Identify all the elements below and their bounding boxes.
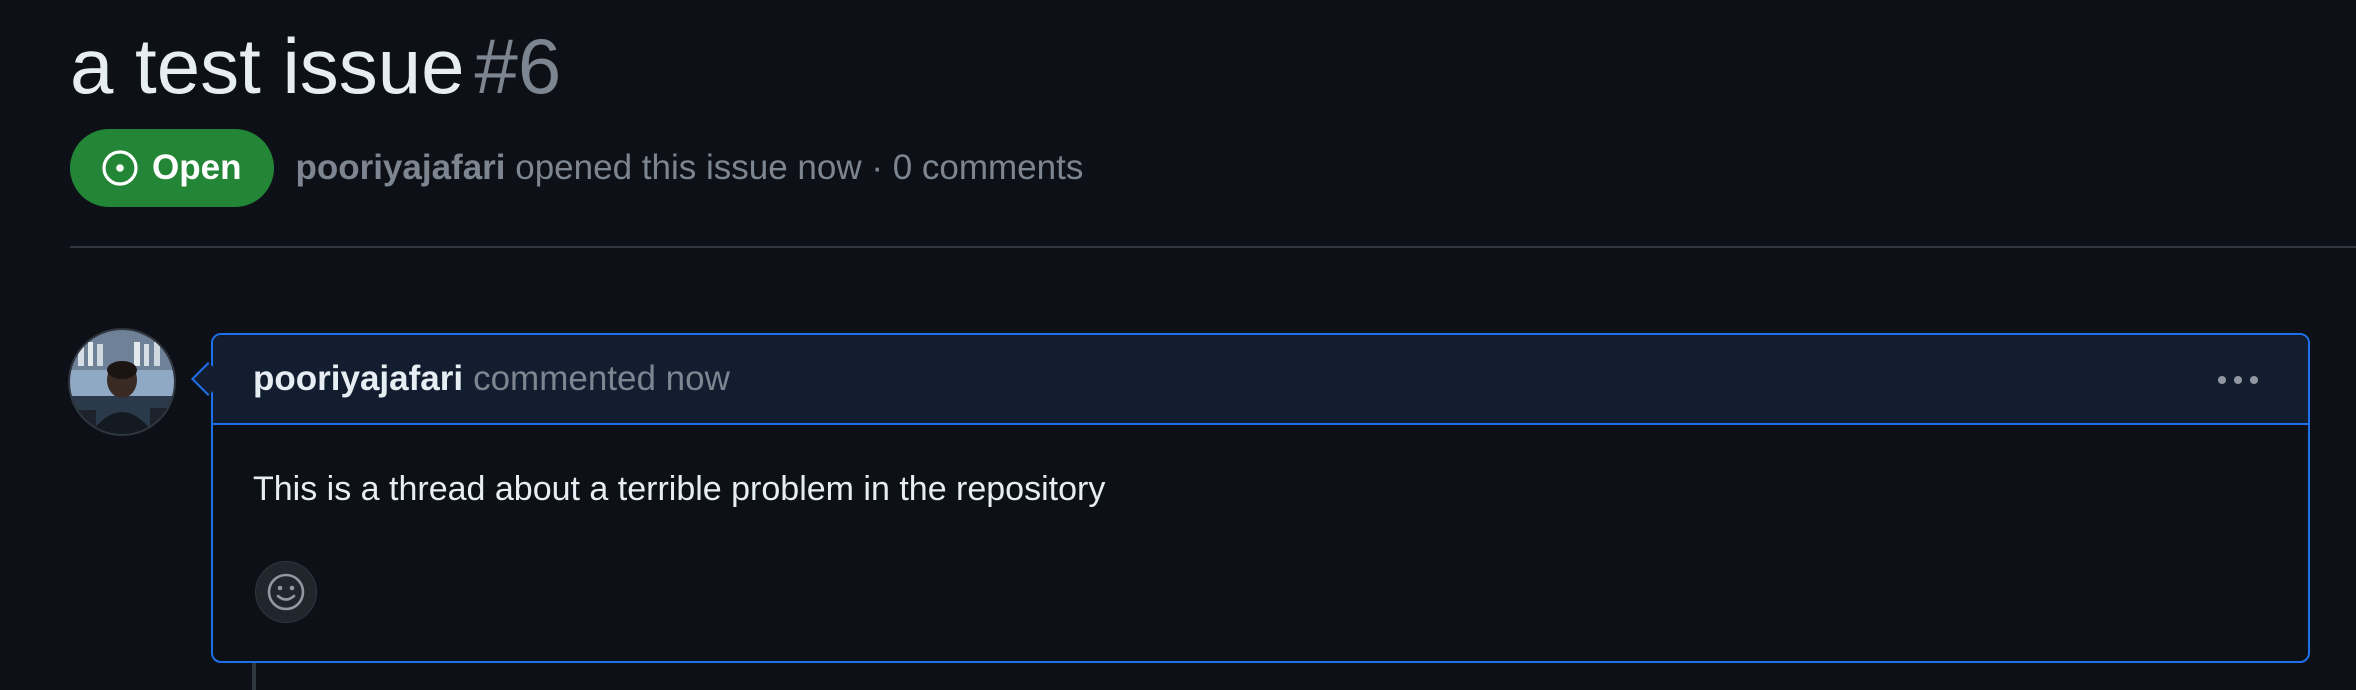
issue-title: a test issue xyxy=(70,22,465,110)
timeline-connector xyxy=(252,663,256,690)
kebab-horizontal-icon xyxy=(2218,376,2258,384)
issue-meta: Open pooriyajafari opened this issue now… xyxy=(70,129,1083,207)
issue-meta-summary: opened this issue now · 0 comments xyxy=(505,148,1084,187)
add-reaction-button[interactable] xyxy=(255,561,317,623)
issue-number: #6 xyxy=(474,22,562,110)
smiley-icon xyxy=(267,573,305,611)
comment-box: pooriyajafari commented now This is a th… xyxy=(211,333,2310,663)
issue-title-row: a test issue #6 xyxy=(70,20,561,112)
comment-author-link[interactable]: pooriyajafari xyxy=(253,359,463,399)
issue-state-badge: Open xyxy=(70,129,275,207)
issue-state-label: Open xyxy=(152,148,242,187)
avatar[interactable] xyxy=(70,330,174,434)
issue-author-link[interactable]: pooriyajafari xyxy=(295,148,505,187)
issue-meta-text: pooriyajafari opened this issue now · 0 … xyxy=(295,148,1083,188)
comment-header: pooriyajafari commented now xyxy=(213,335,2308,425)
comment-options-button[interactable] xyxy=(2213,363,2263,397)
comment-text: This is a thread about a terrible proble… xyxy=(253,470,1106,508)
issue-page: a test issue #6 Open pooriyajafari opened… xyxy=(0,0,2356,690)
comment-timestamp[interactable]: commented now xyxy=(473,359,730,399)
header-divider xyxy=(70,246,2356,248)
issue-opened-icon xyxy=(102,150,138,186)
